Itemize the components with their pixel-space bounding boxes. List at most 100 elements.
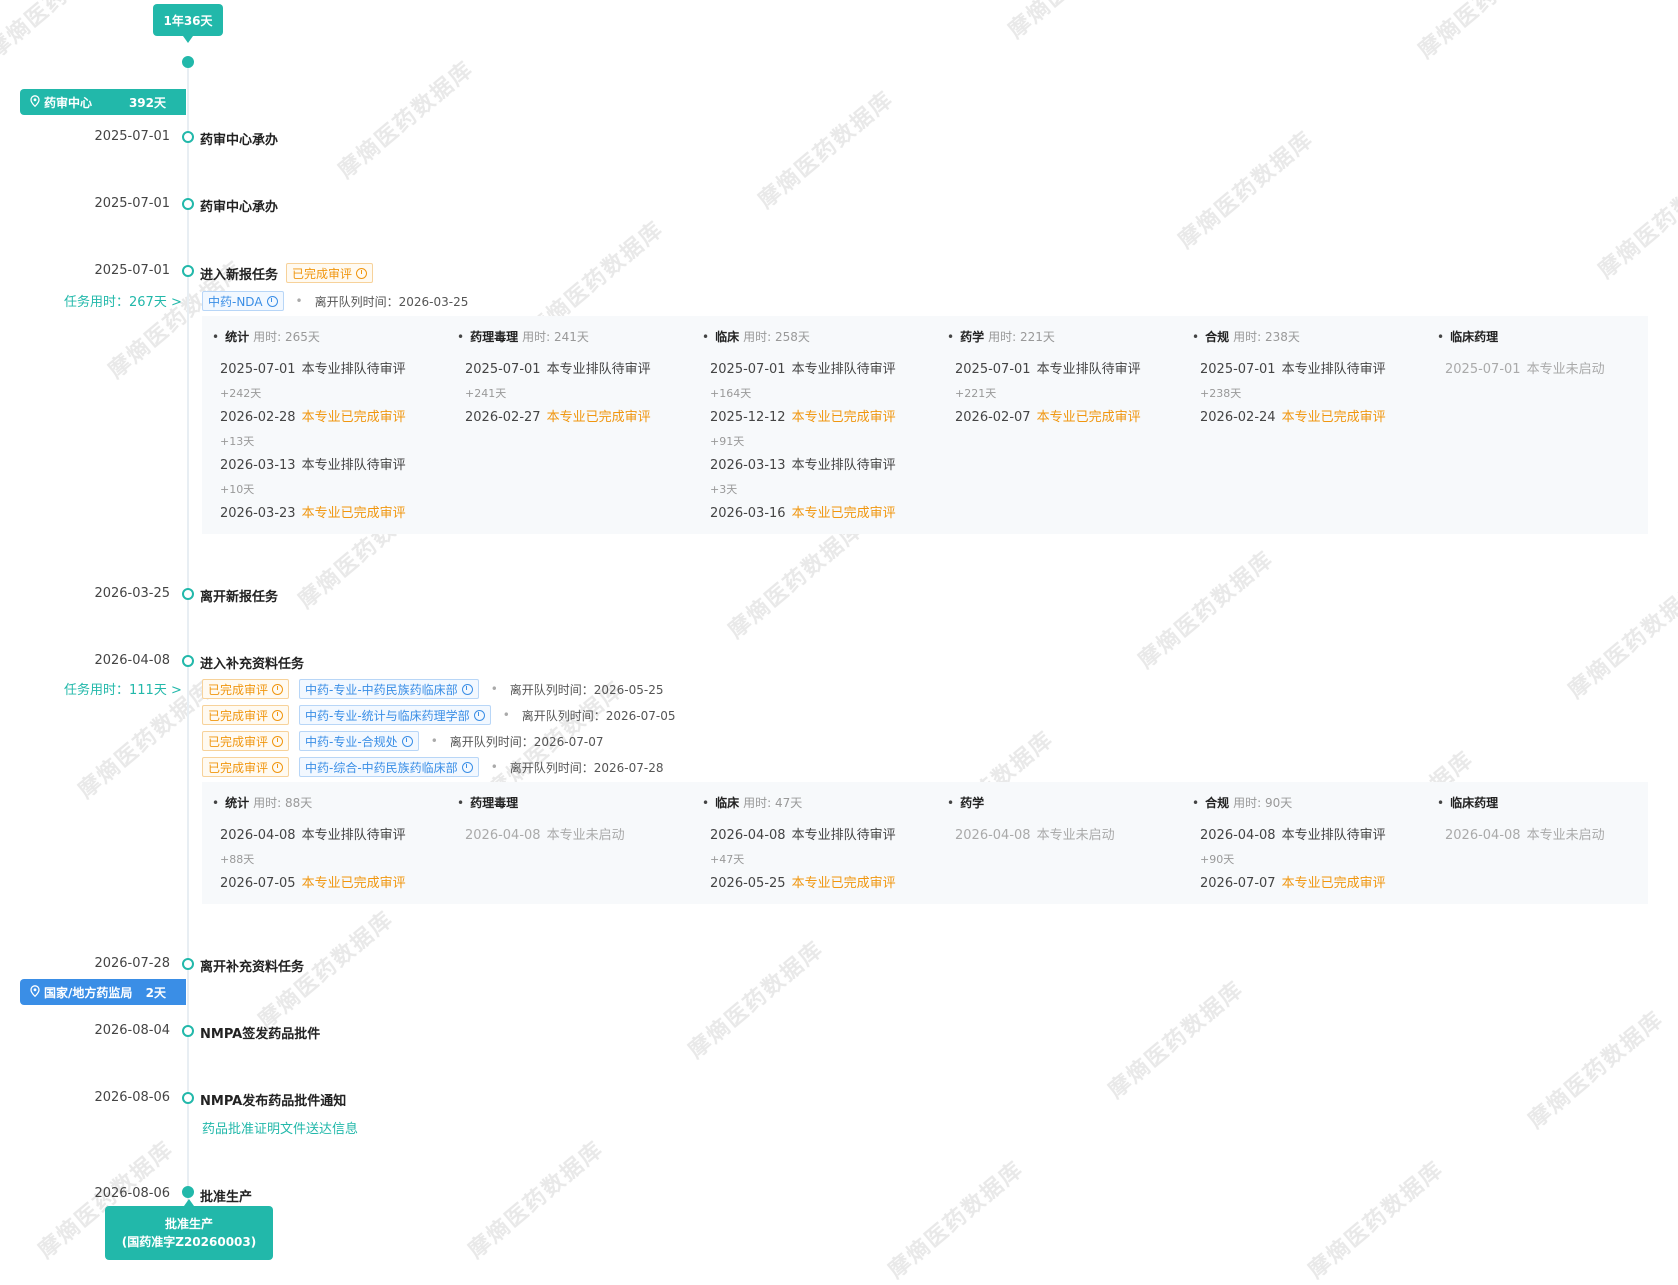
event-date: 2026-03-25 [94, 586, 170, 601]
review-status-row: 2026-02-07 本专业已完成审评 [955, 406, 1141, 425]
review-status-row: 2026-03-23 本专业已完成审评 [220, 502, 406, 521]
queue-tag[interactable]: 中药-专业-合规处 [299, 731, 419, 751]
duration-gap: +221天 [955, 387, 997, 400]
queue-tag[interactable]: 中药-NDA [202, 291, 284, 311]
event-date: 2025-07-01 [94, 129, 170, 144]
queue-tag-label: 中药-专业-中药民族药临床部 [305, 682, 458, 697]
queue-tag[interactable]: 中药-专业-中药民族药临床部 [299, 679, 479, 699]
status-tag-label: 已完成审评 [208, 708, 269, 723]
bullet-icon: • [212, 796, 220, 810]
review-status-row: 2026-03-13 本专业排队待审评 [710, 454, 896, 473]
approval-document-link[interactable]: 药品批准证明文件送达信息 [202, 1118, 358, 1137]
duration-gap: +13天 [220, 435, 255, 448]
task-duration-link[interactable]: 任务用时：111天 > [64, 679, 182, 698]
timeline-node [182, 131, 194, 143]
review-column-header: • 统计 用时: 265天 [212, 328, 320, 345]
status-text: 本专业排队待审评 [1036, 362, 1141, 377]
queue-leave-time: 离开队列时间：2026-07-28 [509, 760, 664, 775]
status-text: 本专业排队待审评 [301, 458, 406, 473]
timeline-node [182, 655, 194, 667]
status-date: 2026-04-08 [465, 828, 541, 843]
review-panel-supplement-task: • 统计 用时: 88天 2026-04-08 本专业排队待审评 +88天 2026-07-… [202, 782, 1648, 904]
review-status-row: 2026-03-16 本专业已完成审评 [710, 502, 896, 521]
review-status-row: 2026-04-08 本专业未启动 [1445, 824, 1605, 843]
review-column-header: • 统计 用时: 88天 [212, 794, 312, 811]
bullet-icon: • [502, 708, 510, 722]
status-text: 本专业已完成审评 [1281, 410, 1386, 425]
watermark-text: 摩熵医药数据库 [1303, 1156, 1449, 1284]
watermark-text: 摩熵医药数据库 [1173, 126, 1319, 254]
queue-leave-time: 离开队列时间：2026-07-05 [521, 708, 676, 723]
bullet-icon: • [702, 330, 710, 344]
duration-gap: +3天 [710, 483, 738, 496]
review-status-row: 2025-07-01 本专业排队待审评 [955, 358, 1141, 377]
status-date: 2025-07-01 [220, 362, 296, 377]
queue-tag-label: 中药-NDA [208, 294, 263, 309]
review-column-header: • 药学 [947, 794, 984, 811]
queue-tag[interactable]: 中药-综合-中药民族药临床部 [299, 757, 479, 777]
bullet-icon: • [457, 796, 465, 810]
duration-gap: +10天 [220, 483, 255, 496]
location-pin-icon [30, 94, 40, 110]
discipline-name: 临床 [715, 796, 740, 810]
review-status-row: 2026-04-08 本专业排队待审评 [710, 824, 896, 843]
duration-gap: +242天 [220, 387, 262, 400]
task-duration-link[interactable]: 任务用时：267天 > [64, 291, 182, 310]
event-title: 药审中心承办 [200, 200, 279, 215]
bullet-icon: • [490, 682, 498, 696]
total-duration-badge: 1年36天 [153, 4, 223, 43]
bullet-icon: • [1192, 330, 1200, 344]
status-date: 2026-04-08 [710, 828, 786, 843]
timeline-node [182, 265, 194, 277]
status-text: 本专业排队待审评 [1281, 828, 1386, 843]
review-status-row: 2026-05-25 本专业已完成审评 [710, 872, 896, 891]
status-date: 2025-07-01 [710, 362, 786, 377]
event-title: 批准生产 [200, 1190, 253, 1205]
status-tag-label: 已完成审评 [208, 760, 269, 775]
status-date: 2025-07-01 [955, 362, 1031, 377]
duration-gap: +91天 [710, 435, 745, 448]
review-status-row: 2025-07-01 本专业排队待审评 [465, 358, 651, 377]
bullet-icon: • [702, 796, 710, 810]
stage-bar-drug-center: 药审中心 392天 [20, 89, 186, 115]
status-date: 2026-04-08 [955, 828, 1031, 843]
status-tag: 已完成审评 [202, 757, 290, 777]
status-date: 2026-02-27 [465, 410, 541, 425]
watermark-text: 摩熵医药数据库 [1000, 0, 1149, 45]
duration-gap: +238天 [1200, 387, 1242, 400]
queue-leave-time: 离开队列时间：2026-07-07 [449, 734, 604, 749]
status-date: 2025-07-01 [1445, 362, 1521, 377]
status-date: 2026-07-05 [220, 876, 296, 891]
queue-tag-label: 中药-专业-统计与临床药理学部 [305, 708, 470, 723]
clock-icon [461, 683, 473, 695]
status-text: 本专业已完成审评 [546, 410, 651, 425]
stage-days: 392天 [128, 95, 166, 110]
discipline-name: 药理毒理 [470, 796, 519, 810]
discipline-duration: 用时: 265天 [253, 330, 320, 344]
review-column-header: • 药学 用时: 221天 [947, 328, 1055, 345]
status-date: 2025-07-01 [465, 362, 541, 377]
location-pin-icon [30, 984, 40, 1000]
status-tag-label: 已完成审评 [292, 266, 353, 281]
review-panel-new-task: • 统计 用时: 265天 2025-07-01 本专业排队待审评 +242天 2026-0… [202, 316, 1648, 534]
status-text: 本专业排队待审评 [546, 362, 651, 377]
status-date: 2026-02-28 [220, 410, 296, 425]
watermark-text: 摩熵医药数据库 [1103, 976, 1249, 1104]
clock-icon [272, 683, 284, 695]
status-text: 本专业已完成审评 [791, 876, 896, 891]
clock-icon [473, 709, 485, 721]
discipline-name: 统计 [225, 330, 250, 344]
discipline-duration: 用时: 238天 [1233, 330, 1300, 344]
status-text: 本专业已完成审评 [301, 410, 406, 425]
review-status-row: 2025-12-12 本专业已完成审评 [710, 406, 896, 425]
event-date: 2025-07-01 [94, 196, 170, 211]
status-tag: 已完成审评 [202, 679, 290, 699]
queue-row: 中药-NDA • 离开队列时间：2026-03-25 [202, 291, 468, 311]
review-status-row: 2026-02-24 本专业已完成审评 [1200, 406, 1386, 425]
status-text: 本专业已完成审评 [1036, 410, 1141, 425]
status-date: 2026-03-23 [220, 506, 296, 521]
queue-tag[interactable]: 中药-专业-统计与临床药理学部 [299, 705, 491, 725]
watermark-text: 摩熵医药数据库 [0, 0, 129, 64]
watermark-text: 摩熵医药数据库 [883, 1156, 1029, 1284]
status-tag-label: 已完成审评 [208, 734, 269, 749]
